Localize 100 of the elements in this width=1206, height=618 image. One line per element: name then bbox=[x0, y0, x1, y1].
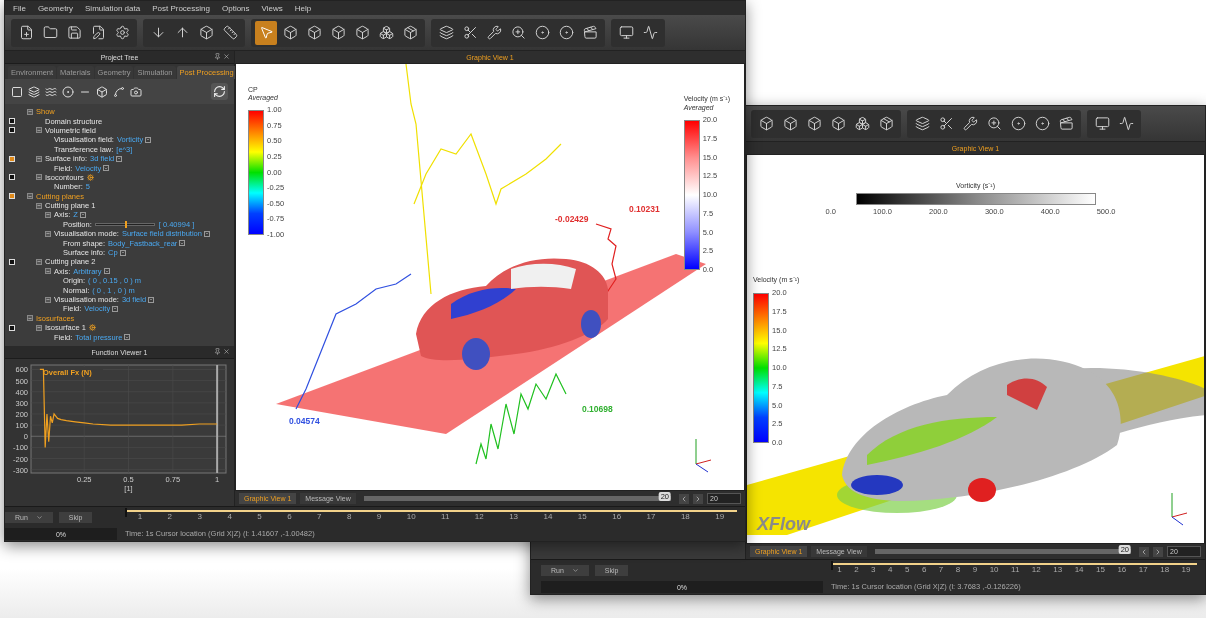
dropdown-toggle[interactable] bbox=[116, 155, 123, 162]
new-file-icon bbox=[18, 25, 34, 40]
checkbox[interactable] bbox=[9, 193, 15, 200]
timeline-tick-label: 18 bbox=[1160, 565, 1170, 576]
streamline-icon bbox=[45, 85, 57, 98]
pointer-tool-button[interactable] bbox=[255, 20, 277, 45]
surface-button[interactable] bbox=[28, 85, 40, 98]
collapse-toggle[interactable] bbox=[27, 193, 33, 200]
collapse-toggle[interactable] bbox=[27, 315, 33, 322]
axes-triad-icon bbox=[1171, 492, 1188, 526]
camera-button[interactable] bbox=[130, 85, 142, 98]
cube-icon bbox=[306, 25, 322, 40]
target-icon bbox=[1034, 116, 1050, 131]
menu-item[interactable]: File bbox=[13, 3, 26, 13]
collapse-toggle[interactable] bbox=[45, 212, 51, 218]
clapperboard-icon bbox=[1058, 116, 1074, 131]
cube-icon bbox=[830, 116, 846, 131]
timeline-tick-label: 16 bbox=[1117, 565, 1127, 576]
checkbox[interactable] bbox=[9, 258, 15, 265]
dropdown-toggle[interactable] bbox=[103, 268, 110, 275]
layers-icon bbox=[438, 25, 454, 40]
checkbox[interactable] bbox=[9, 127, 15, 134]
plane-button[interactable] bbox=[11, 85, 23, 98]
collapse-toggle[interactable] bbox=[27, 108, 33, 115]
gear-icon[interactable] bbox=[86, 173, 94, 181]
dropdown-toggle[interactable] bbox=[124, 334, 131, 341]
timeline-track[interactable]: 1 2 3 4 5 6 7 8 9 10 11 12 13 14 15 16 17 18 19 bbox=[125, 510, 737, 524]
timeline-tick-label: 6 bbox=[287, 512, 292, 523]
axes-triad-icon bbox=[695, 438, 712, 473]
menu-item[interactable]: Options bbox=[222, 3, 250, 13]
timeline-tick-label: 4 bbox=[888, 565, 893, 576]
collapse-toggle[interactable] bbox=[36, 324, 42, 331]
previous-button[interactable] bbox=[1139, 546, 1149, 557]
gear-icon[interactable] bbox=[88, 324, 96, 332]
dropdown-toggle[interactable] bbox=[112, 305, 119, 312]
dropdown-toggle[interactable] bbox=[203, 230, 210, 237]
collapse-toggle[interactable] bbox=[36, 155, 42, 162]
slider-thumb[interactable] bbox=[124, 220, 127, 228]
slider-track[interactable] bbox=[94, 222, 155, 226]
point-button[interactable] bbox=[62, 85, 74, 98]
checkbox[interactable] bbox=[9, 155, 15, 162]
dropdown-toggle[interactable] bbox=[79, 212, 86, 218]
close-icon[interactable] bbox=[223, 53, 230, 60]
menu-item[interactable]: Post Processing bbox=[152, 3, 210, 13]
timeline-tick-label: 13 bbox=[1053, 565, 1063, 576]
scissors-icon bbox=[938, 116, 954, 131]
target-icon bbox=[534, 25, 550, 40]
curve-button[interactable] bbox=[113, 85, 125, 98]
curve-icon bbox=[113, 85, 125, 98]
streamline-button[interactable] bbox=[45, 85, 57, 98]
wrench-icon bbox=[962, 116, 978, 131]
collapse-toggle[interactable] bbox=[45, 230, 51, 237]
timeline-tick-label: 19 bbox=[715, 512, 725, 523]
timeline-tick-label: 10 bbox=[989, 565, 999, 576]
refresh-button[interactable] bbox=[211, 83, 228, 100]
timeline-tick-label: 12 bbox=[1031, 565, 1041, 576]
timeline-tick-label: 7 bbox=[317, 512, 322, 523]
timeline-tick-label: 15 bbox=[577, 512, 587, 523]
dropdown-toggle[interactable] bbox=[179, 240, 186, 247]
pin-icon[interactable] bbox=[214, 53, 221, 60]
collapse-toggle[interactable] bbox=[45, 296, 51, 303]
dropdown-toggle[interactable] bbox=[148, 296, 155, 303]
cursor-line[interactable] bbox=[216, 364, 219, 474]
checkbox[interactable] bbox=[9, 174, 15, 181]
settings-icon bbox=[114, 25, 130, 40]
menu-item[interactable]: Help bbox=[294, 3, 312, 13]
next-button[interactable] bbox=[1153, 546, 1163, 557]
timeline-tick-label: 9 bbox=[376, 512, 382, 523]
dropdown-toggle[interactable] bbox=[119, 249, 126, 256]
target-icon bbox=[1010, 116, 1026, 131]
menu-item[interactable]: Geometry bbox=[37, 3, 73, 13]
timeline-track[interactable]: 1 2 3 4 5 6 7 8 9 10 11 12 13 14 15 16 17 18 19 bbox=[831, 563, 1197, 577]
chevron-left-icon bbox=[1140, 547, 1148, 556]
next-button[interactable] bbox=[693, 493, 703, 504]
up-arrow-icon bbox=[174, 25, 190, 40]
menu-item[interactable]: Simulation data bbox=[85, 3, 141, 13]
probe-value: 0.10231 bbox=[628, 204, 661, 214]
timeline-tick-label: 15 bbox=[1096, 565, 1105, 576]
plane-icon bbox=[11, 85, 23, 98]
timeline-tick-label: 18 bbox=[680, 512, 690, 523]
checkbox[interactable] bbox=[9, 324, 15, 331]
save-icon bbox=[66, 25, 82, 40]
collapse-toggle[interactable] bbox=[36, 127, 42, 134]
dropdown-toggle[interactable] bbox=[145, 136, 152, 143]
refresh-icon bbox=[213, 85, 226, 98]
previous-button[interactable] bbox=[679, 493, 689, 504]
cube-icon bbox=[782, 116, 798, 131]
checkbox[interactable] bbox=[9, 118, 15, 125]
close-icon[interactable] bbox=[223, 348, 230, 355]
timeline-tick-label: 6 bbox=[921, 565, 927, 576]
timeline-tick-label: 9 bbox=[972, 565, 978, 576]
collapse-toggle[interactable] bbox=[36, 258, 42, 265]
collapse-toggle[interactable] bbox=[45, 268, 51, 275]
pin-icon[interactable] bbox=[214, 348, 221, 355]
box-button[interactable] bbox=[96, 85, 108, 98]
ruler-icon bbox=[222, 25, 238, 40]
collapse-toggle[interactable] bbox=[36, 174, 42, 181]
collapse-toggle[interactable] bbox=[36, 202, 42, 209]
dropdown-toggle[interactable] bbox=[103, 165, 110, 172]
menu-item[interactable]: Views bbox=[261, 3, 283, 13]
